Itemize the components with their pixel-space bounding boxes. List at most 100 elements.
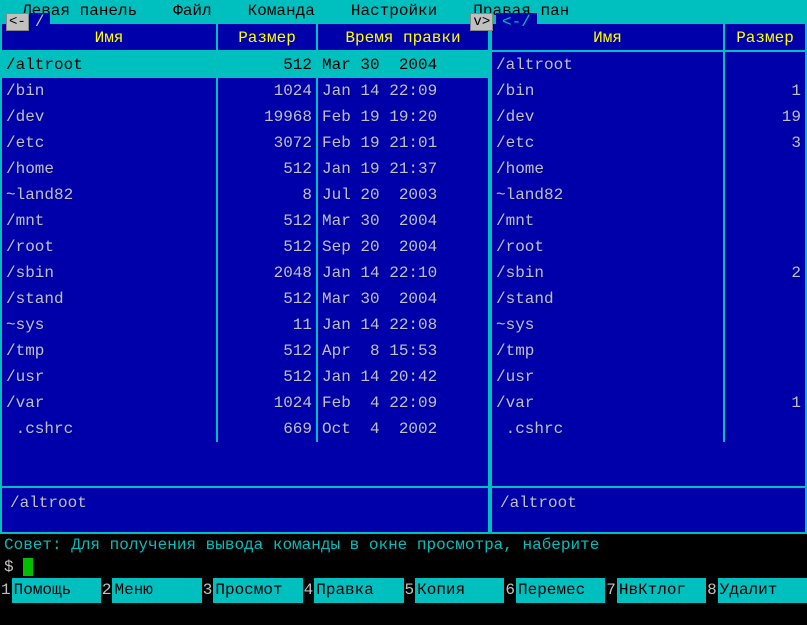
file-name: .cshrc [2, 416, 218, 442]
fkey-number: 5 [404, 578, 416, 603]
file-row[interactable]: ~land82 [492, 182, 805, 208]
fkey-label: Меню [112, 578, 201, 603]
file-size [725, 364, 805, 390]
file-mtime: Jul 20 2003 [318, 182, 488, 208]
file-size: 669 [218, 416, 318, 442]
fkey-label: Просмот [213, 578, 302, 603]
file-row[interactable]: /tmp [492, 338, 805, 364]
file-size: 512 [218, 338, 318, 364]
file-row[interactable]: /dev19968Feb 19 19:20 [2, 104, 488, 130]
nav-dropdown-button[interactable]: v> [470, 13, 493, 31]
file-size: 1024 [218, 390, 318, 416]
file-row[interactable]: /root [492, 234, 805, 260]
right-panel-footer: /altroot [492, 486, 805, 532]
file-name: /tmp [2, 338, 218, 364]
file-row[interactable]: /mnt [492, 208, 805, 234]
file-size: 11 [218, 312, 318, 338]
file-mtime: Mar 30 2004 [318, 208, 488, 234]
fkey-number: 8 [706, 578, 718, 603]
nav-back-button[interactable]: <- [6, 13, 29, 31]
file-size: 3072 [218, 130, 318, 156]
file-row[interactable]: ~sys11Jan 14 22:08 [2, 312, 488, 338]
fkey-f4[interactable]: 4Правка [303, 578, 404, 603]
fkey-number: 4 [303, 578, 315, 603]
file-mtime: Apr 8 15:53 [318, 338, 488, 364]
file-name: /home [492, 156, 725, 182]
file-name: ~sys [2, 312, 218, 338]
file-size: 512 [218, 364, 318, 390]
right-panel-path: <-/ [496, 13, 537, 31]
fkey-f7[interactable]: 7НвКтлог [605, 578, 706, 603]
file-mtime: Feb 4 22:09 [318, 390, 488, 416]
left-file-list[interactable]: /altroot512Mar 30 2004/bin1024Jan 14 22:… [2, 52, 488, 486]
file-name: ~land82 [2, 182, 218, 208]
fkey-number: 3 [202, 578, 214, 603]
prompt-symbol: $ [4, 558, 14, 576]
right-panel-header: Имя Размер [492, 24, 805, 52]
fkey-f1[interactable]: 1Помощь [0, 578, 101, 603]
file-size: 19 [725, 104, 805, 130]
file-row[interactable]: /sbin2048Jan 14 22:10 [2, 260, 488, 286]
file-size: 19968 [218, 104, 318, 130]
file-row[interactable]: /dev19 [492, 104, 805, 130]
left-panel-footer: /altroot [2, 486, 488, 532]
fkey-f2[interactable]: 2Меню [101, 578, 202, 603]
fkey-number: 6 [504, 578, 516, 603]
file-mtime: Jan 19 21:37 [318, 156, 488, 182]
file-row[interactable]: /bin1024Jan 14 22:09 [2, 78, 488, 104]
col-header-size[interactable]: Размер [725, 24, 805, 50]
fkey-number: 7 [605, 578, 617, 603]
file-row[interactable]: /usr512Jan 14 20:42 [2, 364, 488, 390]
fkey-label: Перемес [516, 578, 605, 603]
fkey-f3[interactable]: 3Просмот [202, 578, 303, 603]
file-row[interactable]: ~land828Jul 20 2003 [2, 182, 488, 208]
file-row[interactable]: /altroot [492, 52, 805, 78]
file-row[interactable]: /root512Sep 20 2004 [2, 234, 488, 260]
left-path-bar: <- / v> [6, 11, 493, 33]
file-size [725, 312, 805, 338]
file-size: 512 [218, 286, 318, 312]
file-row[interactable]: .cshrc669Oct 4 2002 [2, 416, 488, 442]
file-row[interactable]: /home512Jan 19 21:37 [2, 156, 488, 182]
file-size: 8 [218, 182, 318, 208]
command-prompt[interactable]: $ [0, 556, 807, 578]
file-name: /dev [492, 104, 725, 130]
file-name: /tmp [492, 338, 725, 364]
file-size: 512 [218, 208, 318, 234]
left-selected-name: /altroot [10, 494, 87, 512]
file-row[interactable]: /var1 [492, 390, 805, 416]
file-name: /bin [492, 78, 725, 104]
file-row[interactable]: /var1024Feb 4 22:09 [2, 390, 488, 416]
left-panel: <- / v> Имя Размер Время правки /altroot… [0, 22, 490, 534]
file-row[interactable]: ~sys [492, 312, 805, 338]
file-row[interactable]: /mnt512Mar 30 2004 [2, 208, 488, 234]
file-row[interactable]: /altroot512Mar 30 2004 [2, 52, 488, 78]
file-row[interactable]: /usr [492, 364, 805, 390]
file-size [725, 416, 805, 442]
function-keys: 1Помощь2Меню3Просмот4Правка5Копия6Переме… [0, 578, 807, 603]
file-row[interactable]: /tmp512Apr 8 15:53 [2, 338, 488, 364]
file-name: /dev [2, 104, 218, 130]
right-file-list[interactable]: /altroot/bin1/dev19/etc3/home~land82/mnt… [492, 52, 805, 486]
file-size: 512 [218, 52, 318, 78]
file-size [725, 234, 805, 260]
file-size [725, 286, 805, 312]
file-mtime: Jan 14 22:10 [318, 260, 488, 286]
fkey-f5[interactable]: 5Копия [404, 578, 505, 603]
fkey-label: Помощь [12, 578, 101, 603]
fkey-f6[interactable]: 6Перемес [504, 578, 605, 603]
file-row[interactable]: /etc3 [492, 130, 805, 156]
file-row[interactable]: /bin1 [492, 78, 805, 104]
file-name: /root [2, 234, 218, 260]
file-row[interactable]: /stand512Mar 30 2004 [2, 286, 488, 312]
file-size: 512 [218, 156, 318, 182]
file-row[interactable]: .cshrc [492, 416, 805, 442]
file-row[interactable]: /etc3072Feb 19 21:01 [2, 130, 488, 156]
file-mtime: Feb 19 21:01 [318, 130, 488, 156]
fkey-f8[interactable]: 8Удалит [706, 578, 807, 603]
file-row[interactable]: /sbin2 [492, 260, 805, 286]
file-row[interactable]: /stand [492, 286, 805, 312]
file-row[interactable]: /home [492, 156, 805, 182]
fkey-number: 2 [101, 578, 113, 603]
file-name: /etc [492, 130, 725, 156]
